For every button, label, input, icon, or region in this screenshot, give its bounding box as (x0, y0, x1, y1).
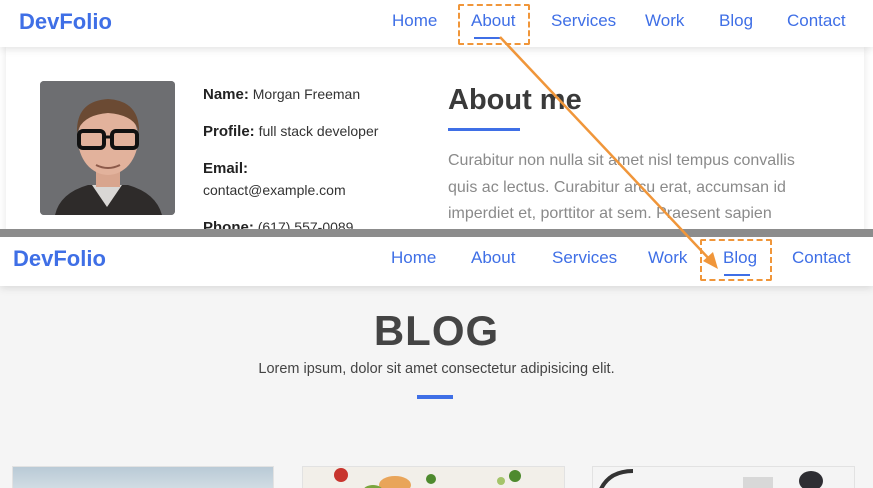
top-navbar: DevFolio Home About Services Work Blog C… (0, 0, 873, 47)
blog-heading: BLOG (373, 307, 500, 354)
info-phone-label: Phone: (203, 219, 254, 229)
nav-link-services[interactable]: Services (551, 11, 616, 31)
nav-link-home[interactable]: Home (391, 248, 436, 268)
profile-photo (40, 81, 175, 215)
blog-card[interactable] (302, 466, 565, 488)
nav-link-services[interactable]: Services (552, 248, 617, 268)
about-text-line: imperdiet et, porttitor at sem. Praesent… (448, 205, 772, 222)
info-phone: Phone: (617) 557-0089 (203, 219, 353, 229)
info-name-label: Name: (203, 86, 249, 103)
brand-logo[interactable]: DevFolio (19, 9, 112, 35)
nav-link-home[interactable]: Home (392, 11, 437, 31)
screenshot-stage: DevFolio Home About Services Work Blog C… (0, 0, 873, 488)
blog-heading-underline (417, 395, 453, 399)
screen-divider (0, 229, 873, 237)
nav-link-about[interactable]: About (471, 248, 515, 268)
about-page-screen: DevFolio Home About Services Work Blog C… (0, 0, 873, 229)
info-profile-value: full stack developer (258, 123, 379, 139)
blog-card-image (593, 467, 854, 488)
blog-card[interactable] (12, 466, 274, 488)
nav-link-work[interactable]: Work (645, 11, 684, 31)
info-email-value-row: contact@example.com (203, 182, 346, 198)
highlight-box-about (458, 4, 530, 45)
blog-card-image (303, 467, 564, 488)
about-title: About me (448, 84, 582, 116)
info-email-value[interactable]: contact@example.com (203, 182, 346, 198)
blog-subtitle: Lorem ipsum, dolor sit amet consectetur … (258, 361, 615, 377)
info-name: Name: Morgan Freeman (203, 86, 360, 103)
about-text-line: Curabitur non nulla sit amet nisl tempus… (448, 152, 795, 169)
info-email-label: Email: (203, 160, 249, 177)
info-phone-value: (617) 557-0089 (257, 219, 354, 229)
nav-link-blog[interactable]: Blog (719, 11, 753, 31)
nav-link-work[interactable]: Work (648, 248, 687, 268)
info-email-label-row: Email: (203, 160, 248, 177)
nav-link-contact[interactable]: Contact (787, 11, 846, 31)
info-name-value: Morgan Freeman (252, 86, 361, 102)
about-title-underline (448, 128, 520, 131)
brand-logo[interactable]: DevFolio (13, 246, 106, 272)
about-text-line: quis ac lectus. Curabitur arcu erat, acc… (448, 178, 786, 196)
highlight-box-blog (700, 239, 772, 281)
blog-card-image (13, 467, 273, 488)
blog-card[interactable] (592, 466, 855, 488)
info-profile-label: Profile: (203, 123, 255, 140)
nav-link-contact[interactable]: Contact (792, 248, 851, 268)
info-profile: Profile: full stack developer (203, 123, 378, 140)
